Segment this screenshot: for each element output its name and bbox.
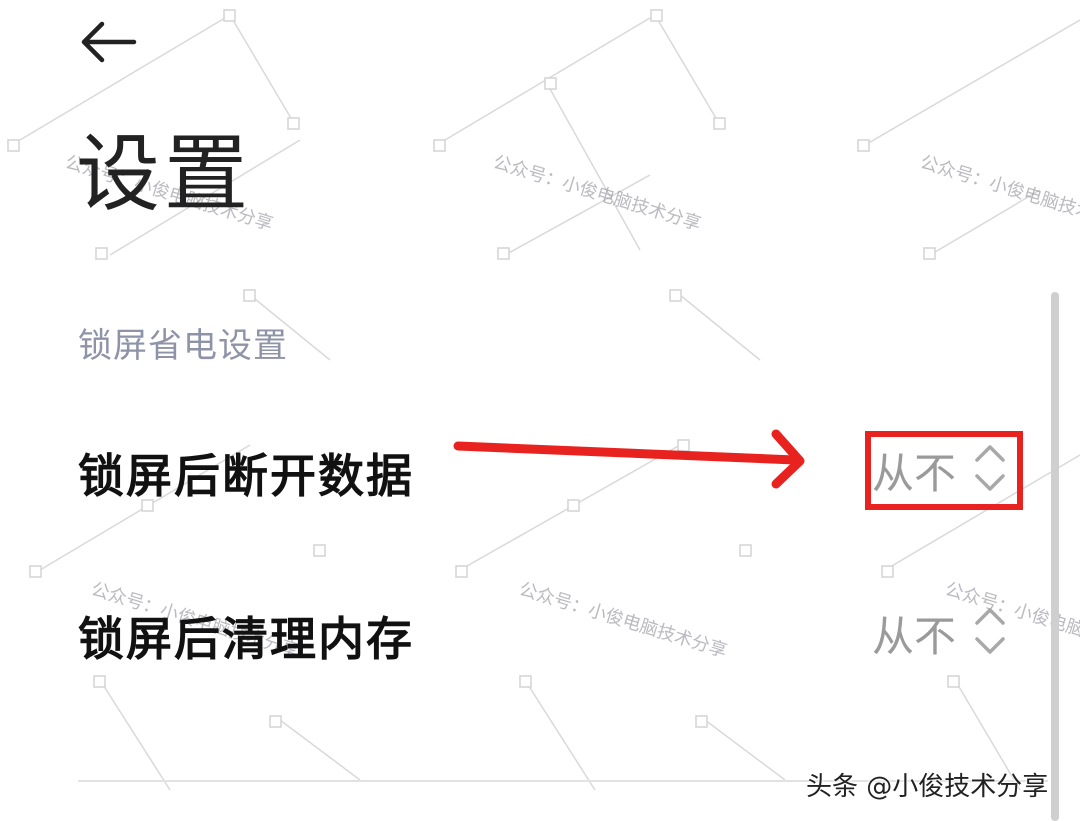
setting-label: 锁屏后断开数据 <box>78 449 414 503</box>
page-title: 设置 <box>76 125 253 223</box>
chevron-up-down-icon <box>975 445 1005 491</box>
setting-label: 锁屏后清理内存 <box>78 612 414 666</box>
watermark-text: 公众号：小俊电脑技术分享 <box>917 151 1080 236</box>
watermark-text: 公众号：小俊电脑技术分享 <box>490 151 704 236</box>
setting-value: 从不 <box>872 449 957 498</box>
source-credit: 头条 @小俊技术分享 <box>806 772 1049 802</box>
setting-value: 从不 <box>872 612 957 661</box>
scrollbar[interactable] <box>1051 292 1059 821</box>
section-header: 锁屏省电设置 <box>78 326 288 366</box>
setting-row-disconnect-data[interactable]: 锁屏后断开数据 从不 <box>0 410 1050 530</box>
arrow-left-icon <box>81 21 137 63</box>
back-button[interactable] <box>76 20 144 64</box>
chevron-up-down-icon <box>975 608 1005 654</box>
setting-row-clean-memory[interactable]: 锁屏后清理内存 从不 <box>0 573 1050 693</box>
